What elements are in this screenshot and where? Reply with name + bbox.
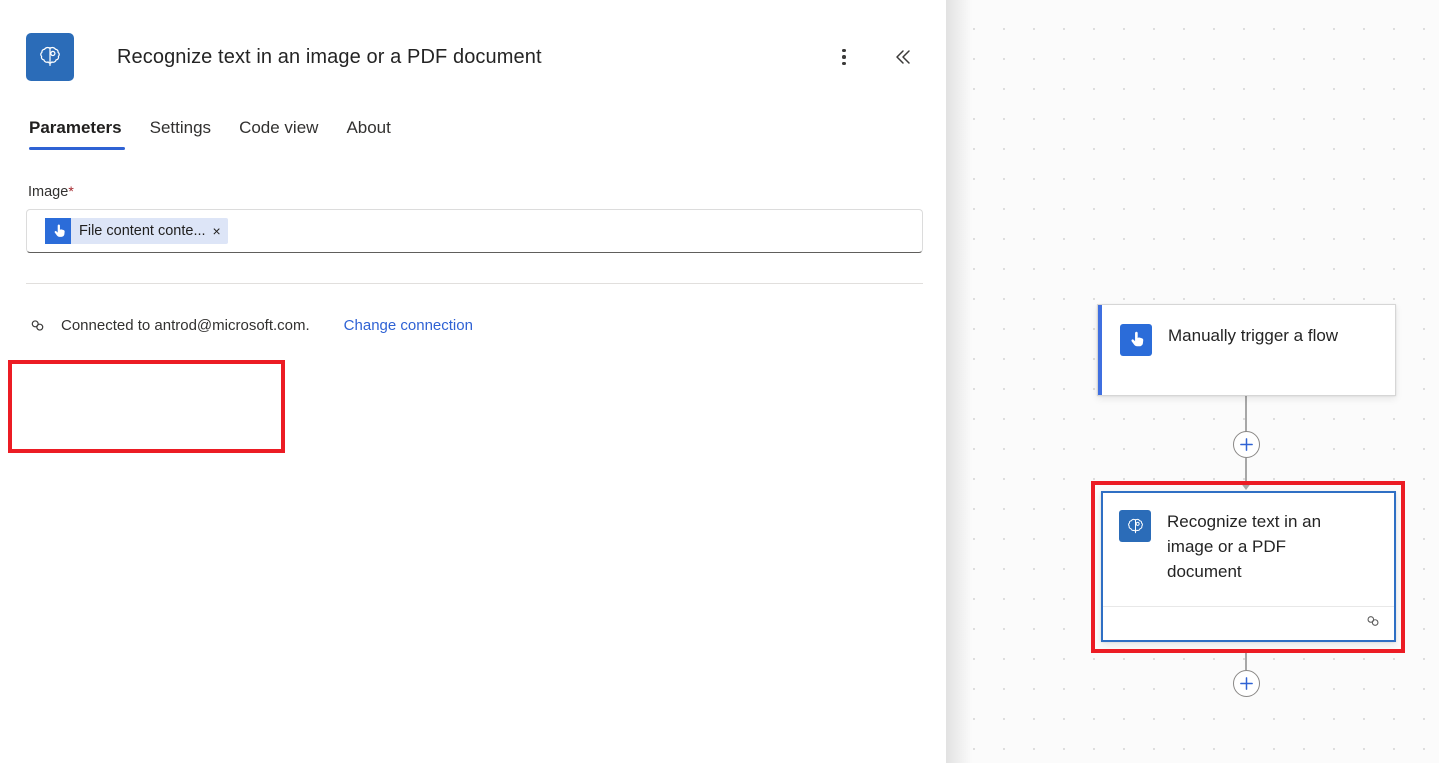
tab-parameters[interactable]: Parameters [26, 118, 136, 150]
remove-token-icon[interactable]: × [213, 224, 221, 239]
link-icon [28, 316, 47, 335]
flow-designer: Recognize text in an image or a PDF docu… [0, 0, 1439, 763]
change-connection-link[interactable]: Change connection [344, 317, 473, 334]
tab-about[interactable]: About [332, 118, 404, 150]
insert-step-button-2[interactable] [1233, 670, 1260, 697]
connector-line-lower [1245, 458, 1247, 484]
tab-code-view[interactable]: Code view [225, 118, 332, 150]
connection-row: Connected to antrod@microsoft.com. Chang… [26, 316, 920, 335]
ai-builder-brain-icon [1119, 510, 1151, 542]
node-content: Recognize text in an image or a PDF docu… [1103, 493, 1394, 606]
manual-trigger-hand-icon [1120, 324, 1152, 356]
annotation-highlight-image-field [8, 360, 285, 453]
node-content: Manually trigger a flow [1102, 305, 1395, 395]
more-options-icon[interactable] [828, 41, 860, 73]
ai-builder-brain-icon [26, 33, 74, 81]
node-title: Recognize text in an image or a PDF docu… [1167, 509, 1355, 584]
flow-canvas[interactable]: Manually trigger a flow Recognize te [946, 0, 1439, 763]
action-details-panel: Recognize text in an image or a PDF docu… [0, 0, 946, 763]
flow-node-manually-trigger-a-flow[interactable]: Manually trigger a flow [1097, 304, 1396, 396]
flow-node-recognize-text[interactable]: Recognize text in an image or a PDF docu… [1101, 491, 1396, 642]
panel-tabs: Parameters Settings Code view About [0, 92, 946, 150]
connector-line-bottom [1245, 653, 1247, 670]
required-asterisk: * [68, 183, 73, 199]
parameters-form: Image* File content conte... × [0, 150, 946, 335]
node-footer [1103, 606, 1394, 640]
panel-header-actions [828, 41, 922, 73]
manual-trigger-hand-icon [45, 218, 71, 244]
node-title: Manually trigger a flow [1168, 323, 1338, 348]
form-divider [26, 283, 923, 284]
collapse-panel-icon[interactable] [886, 41, 918, 73]
token-label: File content conte... [71, 223, 213, 239]
connector-arrowhead [1240, 482, 1252, 490]
image-input[interactable]: File content conte... × [26, 209, 923, 253]
dynamic-content-token[interactable]: File content conte... × [45, 218, 228, 244]
image-field-label: Image* [26, 182, 920, 201]
image-field-label-text: Image [28, 184, 68, 200]
tab-settings[interactable]: Settings [136, 118, 225, 150]
vertical-ellipsis [842, 49, 846, 66]
panel-header: Recognize text in an image or a PDF docu… [0, 0, 946, 92]
insert-step-button-1[interactable] [1233, 431, 1260, 458]
page-title: Recognize text in an image or a PDF docu… [117, 45, 542, 69]
link-icon [1364, 612, 1382, 635]
connection-status-text: Connected to antrod@microsoft.com. [61, 317, 310, 334]
